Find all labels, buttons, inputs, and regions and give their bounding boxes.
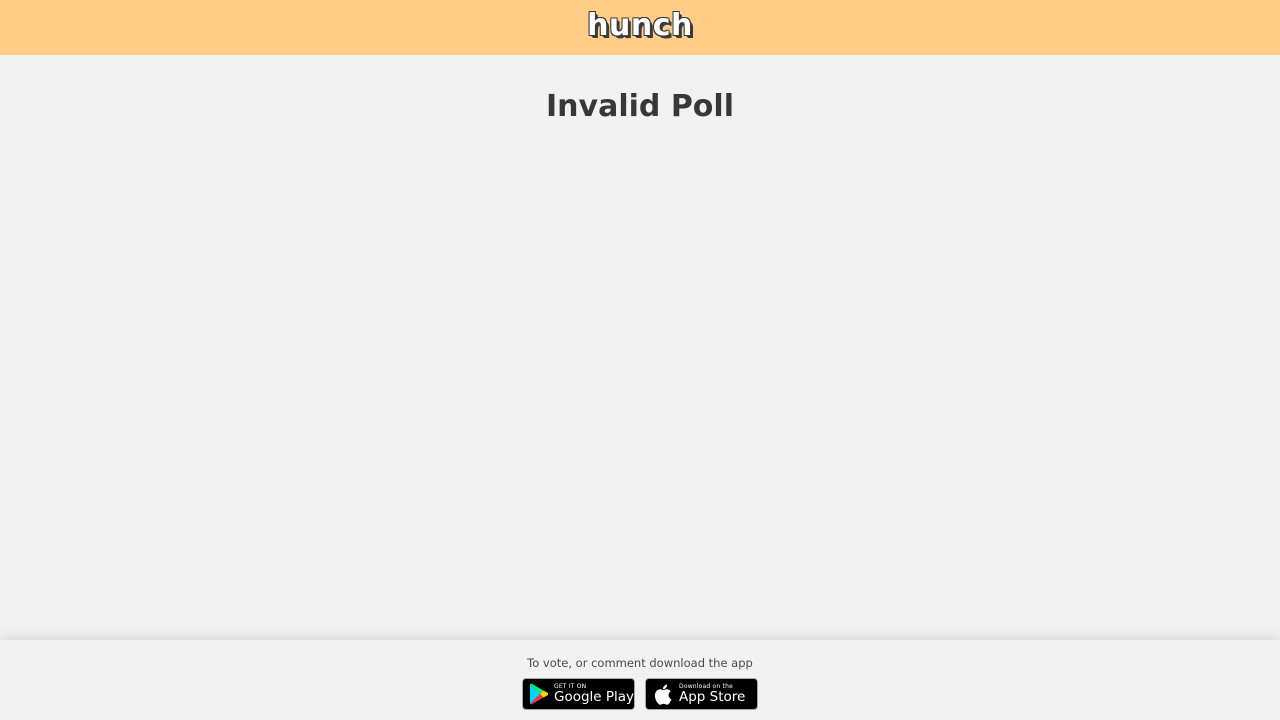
hunch-logo[interactable]: hunch [587,8,693,43]
download-prompt: To vote, or comment download the app [527,656,753,670]
page-title: Invalid Poll [546,89,734,124]
app-store-label: App Store [679,688,746,705]
download-footer: To vote, or comment download the app GET… [0,640,1280,720]
google-play-label: Google Play [554,688,635,705]
header-bar: hunch [0,0,1280,55]
app-store-badge[interactable]: Download on the App Store [645,678,758,710]
store-badges: GET IT ON Google Play Download on the Ap… [0,678,1280,710]
google-play-badge[interactable]: GET IT ON Google Play [522,678,635,710]
apple-icon [652,683,674,705]
google-play-icon [529,683,549,705]
